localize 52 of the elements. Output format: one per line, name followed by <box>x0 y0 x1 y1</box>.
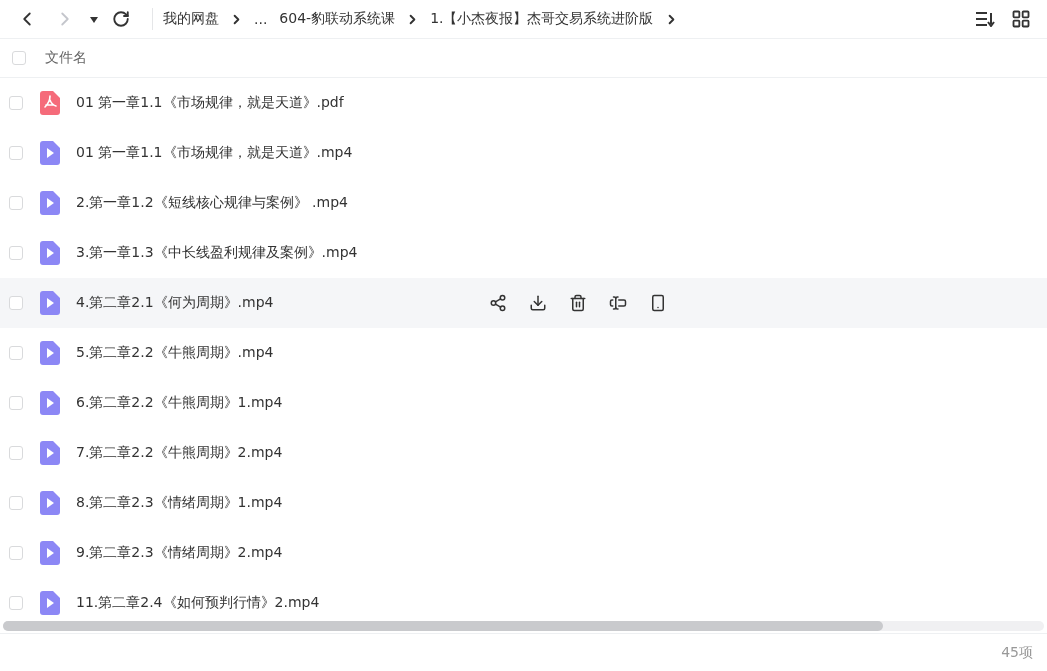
video-file-icon <box>40 391 60 415</box>
row-checkbox[interactable] <box>9 396 23 410</box>
video-file-icon <box>40 591 60 615</box>
row-checkbox[interactable] <box>9 596 23 610</box>
row-checkbox[interactable] <box>9 446 23 460</box>
file-name[interactable]: 5.第二章2.2《牛熊周期》.mp4 <box>76 344 476 362</box>
video-file-icon <box>40 491 60 515</box>
breadcrumb-link[interactable]: ... <box>254 11 268 27</box>
file-row-hovered[interactable]: 4.第二章2.1《何为周期》.mp4 <box>0 278 1047 328</box>
file-name[interactable]: 01 第一章1.1《市场规律，就是天道》.mp4 <box>76 144 476 162</box>
file-name[interactable]: 8.第二章2.3《情绪周期》1.mp4 <box>76 494 476 512</box>
row-checkbox[interactable] <box>9 96 23 110</box>
refresh-icon[interactable] <box>112 10 130 28</box>
pdf-file-icon <box>40 91 60 115</box>
video-file-icon <box>40 441 60 465</box>
video-file-icon <box>40 341 60 365</box>
rename-button[interactable] <box>609 294 627 312</box>
row-checkbox[interactable] <box>9 246 23 260</box>
download-button[interactable] <box>529 294 547 312</box>
share-button[interactable] <box>489 294 507 312</box>
file-name[interactable]: 2.第一章1.2《短线核心规律与案例》 .mp4 <box>76 194 476 212</box>
phone-button[interactable] <box>649 294 667 312</box>
file-name[interactable]: 11.第二章2.4《如何预判行情》2.mp4 <box>76 594 476 612</box>
video-file-icon <box>40 141 60 165</box>
file-name[interactable]: 6.第二章2.2《牛熊周期》1.mp4 <box>76 394 476 412</box>
row-checkbox[interactable] <box>9 146 23 160</box>
video-file-icon <box>40 191 60 215</box>
file-name[interactable]: 01 第一章1.1《市场规律，就是天道》.pdf <box>76 94 476 112</box>
select-all-checkbox[interactable] <box>12 51 26 65</box>
delete-button[interactable] <box>569 294 587 312</box>
breadcrumb-link[interactable]: 1.【小杰夜报】杰哥交易系统进阶版 <box>430 10 654 28</box>
row-checkbox[interactable] <box>9 496 23 510</box>
breadcrumb-link[interactable]: 我的网盘 <box>163 10 219 28</box>
video-file-icon <box>40 241 60 265</box>
row-checkbox[interactable] <box>9 346 23 360</box>
scrollbar-thumb[interactable] <box>3 621 883 631</box>
breadcrumb-link[interactable]: 604-豹联动系统课 <box>279 10 396 28</box>
row-checkbox[interactable] <box>9 196 23 210</box>
file-name[interactable]: 4.第二章2.1《何为周期》.mp4 <box>76 294 476 312</box>
horizontal-scrollbar[interactable] <box>3 621 1044 631</box>
sort-icon[interactable] <box>975 11 995 27</box>
file-name[interactable]: 3.第一章1.3《中长线盈利规律及案例》.mp4 <box>76 244 476 262</box>
item-count: 45项 <box>1001 643 1033 662</box>
column-header: 文件名 <box>45 49 87 67</box>
grid-view-icon[interactable] <box>1011 9 1031 29</box>
caret-icon[interactable] <box>90 16 98 23</box>
row-checkbox[interactable] <box>9 546 23 560</box>
file-name[interactable]: 9.第二章2.3《情绪周期》2.mp4 <box>76 544 476 562</box>
row-checkbox[interactable] <box>9 296 23 310</box>
video-file-icon <box>40 541 60 565</box>
video-file-icon <box>40 291 60 315</box>
file-name[interactable]: 7.第二章2.2《牛熊周期》2.mp4 <box>76 444 476 462</box>
